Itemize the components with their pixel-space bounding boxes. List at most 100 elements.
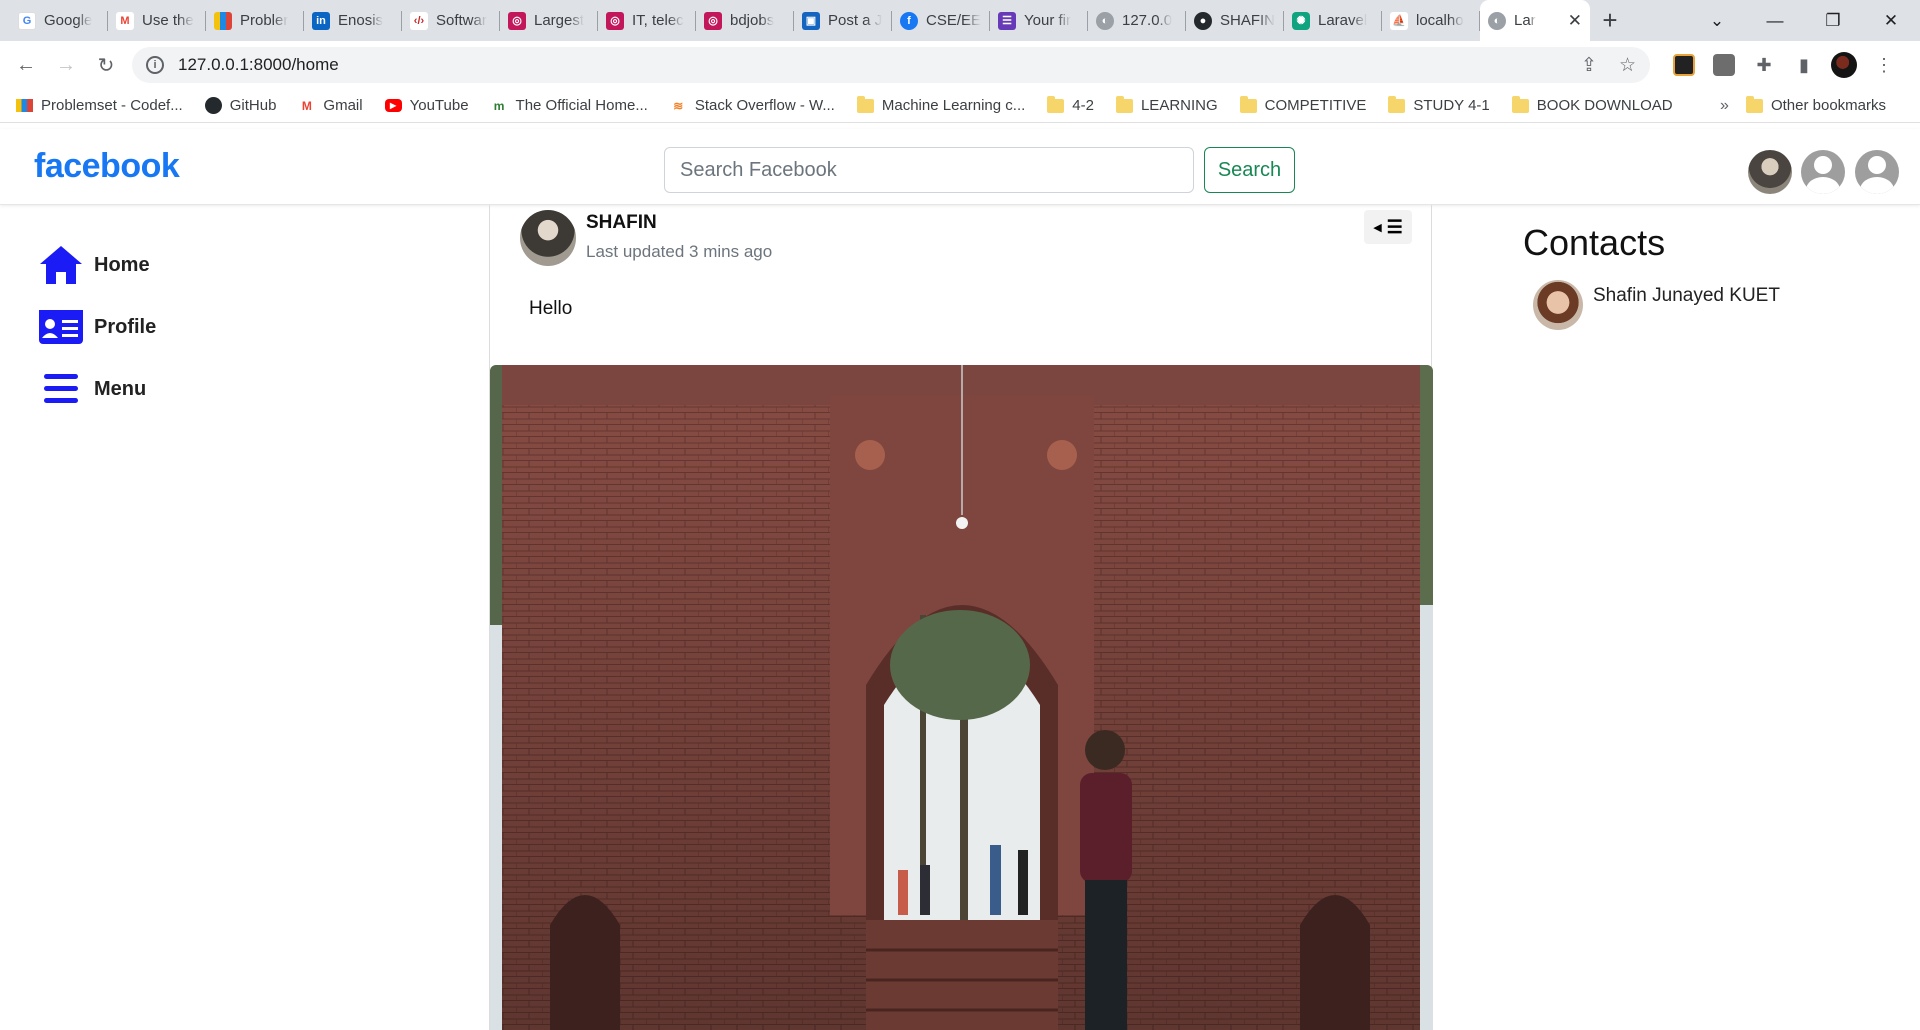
- nav-item-home[interactable]: Home: [38, 234, 156, 296]
- bookmarks-overflow-icon[interactable]: »: [1720, 97, 1729, 115]
- side-panel-icon[interactable]: ▮: [1784, 47, 1824, 83]
- avatar[interactable]: [1748, 150, 1792, 194]
- tab-linkedin[interactable]: in Enosis: [304, 0, 402, 41]
- browser-toolbar: ← → ↻ i 127.0.0.1:8000/home ⇪ ☆ ✚ ▮ ⋮: [0, 41, 1920, 89]
- folder-icon: [1511, 95, 1529, 114]
- facebook-logo[interactable]: facebook: [34, 147, 180, 186]
- user-avatar-icon[interactable]: [1855, 150, 1899, 194]
- contact-item[interactable]: Shafin Junayed KUET: [1533, 280, 1780, 330]
- post-card: SHAFIN Last updated 3 mins ago ◀ ☰ Hello: [489, 205, 1433, 1030]
- bookmark-folder-4-2[interactable]: 4-2: [1047, 95, 1094, 114]
- site-info-icon[interactable]: i: [146, 56, 164, 74]
- folder-icon: [1388, 95, 1406, 114]
- new-tab-icon[interactable]: +: [1590, 0, 1630, 41]
- pma-icon: ⛵: [1390, 11, 1408, 30]
- post-author-avatar[interactable]: [520, 210, 576, 266]
- codeforces-icon: [214, 11, 232, 30]
- tab-localhost-ip[interactable]: ◐ 127.0.0: [1088, 0, 1186, 41]
- tab-cse-eee[interactable]: f CSE/EE: [892, 0, 990, 41]
- bookmark-official-home[interactable]: m The Official Home...: [491, 97, 648, 114]
- post-options-button[interactable]: ◀ ☰: [1364, 210, 1412, 244]
- reload-icon[interactable]: ↻: [86, 47, 126, 83]
- codeforces-icon: [16, 99, 33, 112]
- post-text: Hello: [529, 298, 573, 319]
- bookmark-folder-study[interactable]: STUDY 4-1: [1388, 95, 1490, 114]
- extension-lh-icon[interactable]: [1664, 47, 1704, 83]
- globe-icon: ◐: [1096, 11, 1114, 30]
- tab-list: G Google M Use the Probler in Enosis ‹/› Sof…: [0, 0, 1630, 41]
- restore-icon[interactable]: ❐: [1804, 11, 1862, 31]
- bookmarks-bar: Problemset - Codef... GitHub M Gmail ▶ You…: [0, 89, 1920, 123]
- extensions-puzzle-icon[interactable]: ✚: [1744, 47, 1784, 83]
- gmail-icon: M: [116, 11, 134, 30]
- folder-icon: [1115, 95, 1133, 114]
- bookmark-codeforces[interactable]: Problemset - Codef...: [16, 97, 183, 114]
- bookmark-youtube[interactable]: ▶ YouTube: [384, 97, 469, 114]
- bookmark-folder-competitive[interactable]: COMPETITIVE: [1239, 95, 1366, 114]
- bookmark-other[interactable]: Other bookmarks: [1745, 95, 1886, 114]
- post-author-name[interactable]: SHAFIN: [586, 212, 657, 234]
- google-icon: G: [18, 11, 36, 30]
- app-header: facebook Search: [0, 129, 1920, 205]
- openai-icon: ✺: [1292, 11, 1310, 30]
- globe-icon: ◐: [1488, 11, 1506, 30]
- tab-post-a-job[interactable]: ▣ Post a J: [794, 0, 892, 41]
- folder-icon: [1745, 95, 1763, 114]
- chat-icon: ▣: [802, 11, 820, 30]
- extension-grey-icon[interactable]: [1704, 47, 1744, 83]
- url-text[interactable]: 127.0.0.1:8000/home: [178, 55, 1559, 75]
- profile-avatar-icon[interactable]: [1824, 47, 1864, 83]
- left-nav: Home Profile Menu: [38, 234, 156, 420]
- close-tab-icon[interactable]: ✕: [1564, 11, 1582, 31]
- tab-search-icon[interactable]: ⌄: [1688, 11, 1746, 31]
- tab-phpmyadmin[interactable]: ⛵ localho: [1382, 0, 1480, 41]
- bookmark-folder-learning[interactable]: LEARNING: [1115, 95, 1218, 114]
- youtube-icon: ▶: [384, 99, 402, 112]
- address-bar[interactable]: i 127.0.0.1:8000/home ⇪ ☆: [132, 47, 1650, 83]
- tab-software[interactable]: ‹/› Softwar: [402, 0, 500, 41]
- search-button[interactable]: Search: [1204, 147, 1295, 193]
- tab-bdjobs[interactable]: ◎ bdjobs: [696, 0, 794, 41]
- post-image[interactable]: [490, 365, 1433, 1030]
- nav-item-profile[interactable]: Profile: [38, 296, 156, 358]
- camera-icon: ◎: [704, 11, 722, 30]
- page-content: facebook Search Home Profile Menu: [0, 124, 1920, 1030]
- nav-item-menu[interactable]: Menu: [38, 358, 156, 420]
- bookmark-folder-ml[interactable]: Machine Learning c...: [856, 95, 1025, 114]
- tab-gmail[interactable]: M Use the: [108, 0, 206, 41]
- share-icon[interactable]: ⇪: [1581, 54, 1597, 77]
- caret-left-icon: ◀: [1373, 221, 1382, 234]
- bookmark-stackoverflow[interactable]: ≋ Stack Overflow - W...: [670, 97, 835, 114]
- tab-largest[interactable]: ◎ Largest: [500, 0, 598, 41]
- gmail-icon: M: [301, 98, 312, 113]
- folder-icon: [856, 95, 874, 114]
- chrome-menu-icon[interactable]: ⋮: [1864, 47, 1904, 83]
- tab-github-shafin[interactable]: ● SHAFIN: [1186, 0, 1284, 41]
- tab-codeforces[interactable]: Probler: [206, 0, 304, 41]
- bookmark-gmail[interactable]: M Gmail: [298, 97, 363, 114]
- browser-tab-strip: G Google M Use the Probler in Enosis ‹/› Sof…: [0, 0, 1920, 41]
- stackoverflow-icon: ≋: [673, 98, 684, 113]
- forward-icon[interactable]: →: [46, 47, 86, 83]
- user-avatar-icon[interactable]: [1801, 150, 1845, 194]
- bookmark-folder-book-download[interactable]: BOOK DOWNLOAD: [1511, 95, 1673, 114]
- tab-laravel[interactable]: ✺ Laravel: [1284, 0, 1382, 41]
- tab-active[interactable]: ◐ Lar ✕: [1480, 0, 1590, 41]
- bookmark-star-icon[interactable]: ☆: [1619, 54, 1636, 77]
- id-card-icon: [38, 309, 86, 345]
- linkedin-icon: in: [312, 11, 330, 30]
- camera-icon: ◎: [508, 11, 526, 30]
- search-input[interactable]: [664, 147, 1194, 193]
- minimize-icon[interactable]: —: [1746, 11, 1804, 31]
- form-icon: ☰: [998, 11, 1016, 30]
- close-window-icon[interactable]: ✕: [1862, 11, 1920, 31]
- back-icon[interactable]: ←: [6, 47, 46, 83]
- bookmark-github[interactable]: GitHub: [204, 97, 276, 114]
- tab-your-form[interactable]: ☰ Your fir: [990, 0, 1088, 41]
- home-icon: [38, 244, 86, 286]
- post-timestamp: Last updated 3 mins ago: [586, 242, 773, 261]
- tab-google[interactable]: G Google: [10, 0, 108, 41]
- github-icon: [204, 97, 222, 114]
- tab-it-telec[interactable]: ◎ IT, telec: [598, 0, 696, 41]
- camera-icon: ◎: [606, 11, 624, 30]
